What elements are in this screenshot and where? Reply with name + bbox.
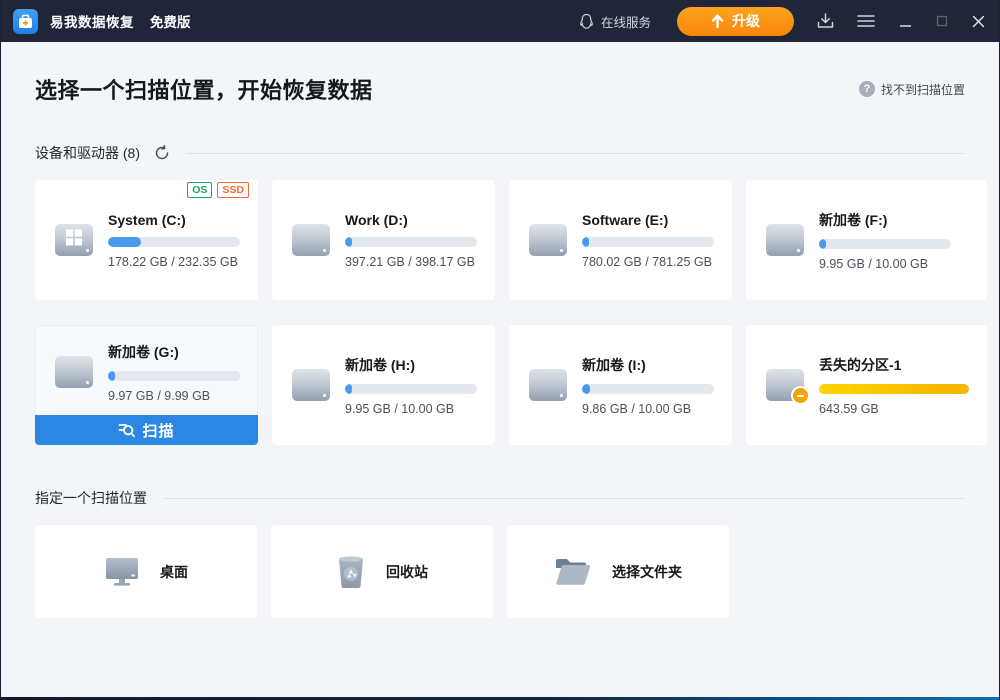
- drive-capacity: 9.95 GB / 10.00 GB: [819, 256, 929, 271]
- drive-card-g[interactable]: 新加卷 (G:) 9.97 GB / 9.99 GB 扫描: [35, 325, 258, 445]
- drive-card-lost-partition[interactable]: 丢失的分区-1 643.59 GB: [746, 325, 987, 445]
- drive-capacity: 9.97 GB / 9.99 GB: [108, 388, 211, 403]
- app-title: 易我数据恢复: [50, 15, 134, 30]
- location-card-select-folder[interactable]: 选择文件夹: [507, 525, 729, 618]
- upgrade-label: 升级: [732, 13, 760, 29]
- location-label: 桌面: [160, 563, 188, 580]
- usage-bar: [345, 383, 477, 394]
- close-button[interactable]: [972, 15, 985, 28]
- online-service-label: 在线服务: [600, 15, 651, 30]
- drive-icon: [292, 369, 332, 401]
- up-arrow-icon: [711, 14, 724, 28]
- drive-capacity: 397.21 GB / 398.17 GB: [345, 254, 475, 269]
- download-icon: [817, 13, 834, 28]
- folder-icon: [554, 557, 592, 587]
- drive-name: 新加卷 (H:): [345, 356, 415, 373]
- divider: [163, 497, 965, 499]
- download-center-button[interactable]: [816, 12, 835, 30]
- desktop-icon: [104, 556, 140, 588]
- drive-capacity: 9.86 GB / 10.00 GB: [582, 401, 692, 416]
- edition-badge: 免费版: [150, 15, 191, 30]
- qq-penguin-icon: [580, 13, 593, 29]
- maximize-button[interactable]: [936, 15, 948, 27]
- page-title: 选择一个扫描位置，开始恢复数据: [35, 78, 373, 103]
- drive-card-i[interactable]: 新加卷 (I:) 9.86 GB / 10.00 GB: [509, 325, 732, 445]
- scan-search-icon: [119, 423, 136, 437]
- drive-name: Software (E:): [582, 211, 669, 228]
- usage-bar: [582, 236, 714, 247]
- help-link-label: 找不到扫描位置: [880, 82, 965, 97]
- minimize-button[interactable]: [899, 15, 912, 28]
- drive-name: 新加卷 (F:): [819, 211, 888, 228]
- scan-button-label: 扫描: [142, 422, 175, 440]
- drive-capacity: 178.22 GB / 232.35 GB: [108, 254, 238, 269]
- drive-icon: [766, 224, 806, 256]
- drive-capacity: 9.95 GB / 10.00 GB: [345, 401, 455, 416]
- app-logo-icon: [13, 8, 38, 34]
- drive-icon: [55, 356, 95, 388]
- main-content: 选择一个扫描位置，开始恢复数据 ? 找不到扫描位置 设备和驱动器 (8) OS …: [1, 73, 999, 618]
- close-icon: [972, 15, 985, 27]
- online-service-button[interactable]: 在线服务: [578, 12, 651, 31]
- maximize-icon: [936, 15, 948, 27]
- drive-grid: OS SSD System (C:) 178.22 GB / 232.35 GB…: [35, 180, 987, 445]
- usage-bar: [108, 236, 240, 247]
- lost-drive-icon: [766, 369, 810, 405]
- drive-card-h[interactable]: 新加卷 (H:) 9.95 GB / 10.00 GB: [272, 325, 495, 445]
- scan-button[interactable]: 扫描: [35, 415, 258, 445]
- location-grid: 桌面 回收站 选择文件夹: [35, 525, 965, 618]
- windows-drive-icon: [55, 224, 95, 256]
- usage-bar: [819, 383, 969, 394]
- os-badge: OS: [187, 182, 213, 198]
- lost-partition-badge-icon: [791, 386, 810, 405]
- drive-card-system-c[interactable]: OS SSD System (C:) 178.22 GB / 232.35 GB: [35, 180, 258, 300]
- drive-name: System (C:): [108, 211, 186, 228]
- drive-icon: [292, 224, 332, 256]
- drive-icon: [529, 369, 569, 401]
- recycle-bin-icon: [336, 555, 366, 589]
- refresh-icon[interactable]: [154, 145, 170, 161]
- ssd-badge: SSD: [217, 182, 249, 198]
- minimize-icon: [900, 24, 911, 27]
- drive-card-work-d[interactable]: Work (D:) 397.21 GB / 398.17 GB: [272, 180, 495, 300]
- drive-capacity: 643.59 GB: [819, 401, 879, 416]
- usage-bar: [582, 383, 714, 394]
- help-link[interactable]: ? 找不到扫描位置: [858, 81, 965, 98]
- drive-name: 新加卷 (I:): [582, 356, 646, 373]
- app-window: { "titlebar": { "app_title": "易我数据恢复", "…: [0, 0, 1000, 700]
- location-card-recycle-bin[interactable]: 回收站: [271, 525, 493, 618]
- question-mark-icon: ?: [858, 81, 875, 97]
- upgrade-button[interactable]: 升级: [677, 6, 794, 36]
- menu-button[interactable]: [857, 14, 875, 28]
- drive-card-software-e[interactable]: Software (E:) 780.02 GB / 781.25 GB: [509, 180, 732, 300]
- usage-bar: [345, 236, 477, 247]
- devices-section-title: 设备和驱动器 (8): [35, 145, 140, 161]
- usage-bar: [108, 370, 240, 381]
- drive-name: 新加卷 (G:): [108, 343, 179, 360]
- drive-name: 丢失的分区-1: [819, 356, 902, 373]
- titlebar: 易我数据恢复 免费版 在线服务 升级: [1, 0, 999, 42]
- location-label: 选择文件夹: [612, 563, 682, 580]
- divider: [186, 152, 965, 154]
- drive-name: Work (D:): [345, 211, 408, 228]
- location-label: 回收站: [386, 563, 428, 580]
- location-card-desktop[interactable]: 桌面: [35, 525, 257, 618]
- drive-capacity: 780.02 GB / 781.25 GB: [582, 254, 712, 269]
- usage-bar: [819, 238, 951, 249]
- hamburger-menu-icon: [857, 15, 875, 27]
- drive-card-f[interactable]: 新加卷 (F:) 9.95 GB / 10.00 GB: [746, 180, 987, 300]
- drive-icon: [529, 224, 569, 256]
- locations-section-title: 指定一个扫描位置: [35, 490, 147, 506]
